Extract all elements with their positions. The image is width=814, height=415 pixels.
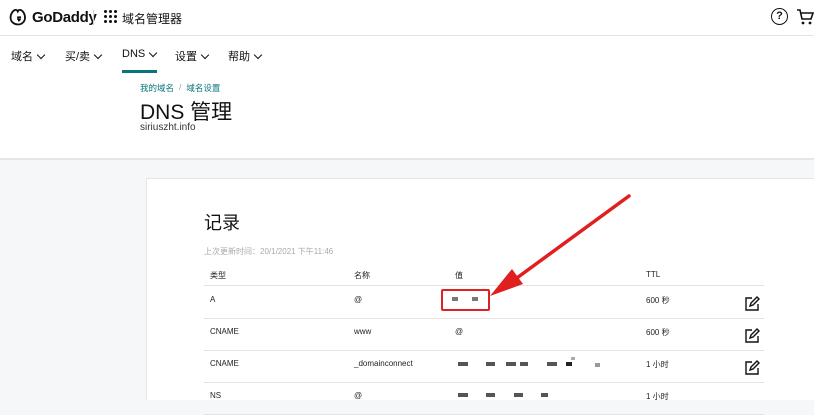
breadcrumb-separator: / [179, 82, 182, 92]
record-type: CNAME [210, 327, 239, 336]
nav-active-indicator [122, 70, 157, 73]
help-icon[interactable]: ? [771, 8, 788, 25]
highlight-box [441, 289, 490, 311]
godaddy-logo-icon [9, 9, 26, 26]
record-type: NS [210, 391, 222, 400]
godaddy-logo[interactable]: GoDaddy [8, 7, 97, 27]
nav-item-settings[interactable]: 设置 [175, 48, 210, 64]
record-ttl: 600 秒 [646, 296, 670, 305]
nav-item-dns[interactable]: DNS [122, 48, 158, 60]
chevron-down-icon [148, 48, 158, 57]
table-row: CNAME www @ 600 秒 [204, 319, 764, 351]
breadcrumb-domain-settings[interactable]: 域名设置 [186, 82, 220, 94]
edit-icon[interactable] [744, 360, 760, 376]
main-nav: 域名 买/卖 DNS 设置 帮助 [0, 36, 814, 74]
brand-name: GoDaddy [32, 8, 97, 26]
table-row: NS @ 1 小时 [204, 383, 764, 415]
record-type: CNAME [210, 359, 239, 368]
table-row: CNAME _domainconnect 1 小时 [204, 351, 764, 383]
chevron-down-icon [93, 50, 103, 59]
divider [93, 10, 94, 25]
table-header: 类型 名称 值 TTL [204, 263, 764, 286]
top-bar: GoDaddy 域名管理器 ? [0, 0, 814, 36]
record-ttl: 600 秒 [646, 328, 670, 337]
record-value: @ [455, 327, 464, 336]
nav-item-label: 设置 [175, 51, 197, 63]
nav-item-help[interactable]: 帮助 [228, 48, 263, 64]
app-grid-icon[interactable] [104, 10, 117, 23]
record-name: @ [354, 295, 363, 304]
nav-item-label: 帮助 [228, 51, 250, 63]
column-header-type: 类型 [210, 271, 226, 280]
record-name: www [354, 327, 372, 336]
breadcrumb-my-domains[interactable]: 我的域名 [140, 82, 174, 94]
domain-name: siriuszht.info [140, 122, 196, 133]
product-name[interactable]: 域名管理器 [122, 10, 182, 27]
edit-icon[interactable] [744, 328, 760, 344]
page-header: 我的域名 / 域名设置 DNS 管理 siriuszht.info [0, 74, 814, 160]
record-name: @ [354, 391, 363, 400]
record-type: A [210, 295, 216, 304]
record-ttl: 1 小时 [646, 392, 669, 401]
last-updated: 上次更新时间：20/1/2021 下午11:46 [204, 247, 334, 256]
column-header-ttl: TTL [646, 270, 661, 279]
nav-item-label: 域名 [11, 51, 33, 63]
record-ttl: 1 小时 [646, 360, 669, 369]
chevron-down-icon [200, 50, 210, 59]
records-title: 记录 [204, 213, 240, 233]
chevron-down-icon [253, 50, 263, 59]
column-header-name: 名称 [354, 271, 370, 280]
chevron-down-icon [36, 50, 46, 59]
breadcrumb: 我的域名 / 域名设置 [140, 82, 220, 94]
column-header-value: 值 [455, 271, 463, 280]
nav-item-label: DNS [122, 48, 146, 60]
nav-item-buy-sell[interactable]: 买/卖 [65, 48, 103, 64]
nav-item-domains[interactable]: 域名 [11, 48, 46, 64]
edit-icon[interactable] [744, 296, 760, 312]
nav-item-label: 买/卖 [65, 51, 91, 63]
record-name: _domainconnect [354, 359, 413, 368]
cart-icon[interactable] [796, 8, 814, 26]
